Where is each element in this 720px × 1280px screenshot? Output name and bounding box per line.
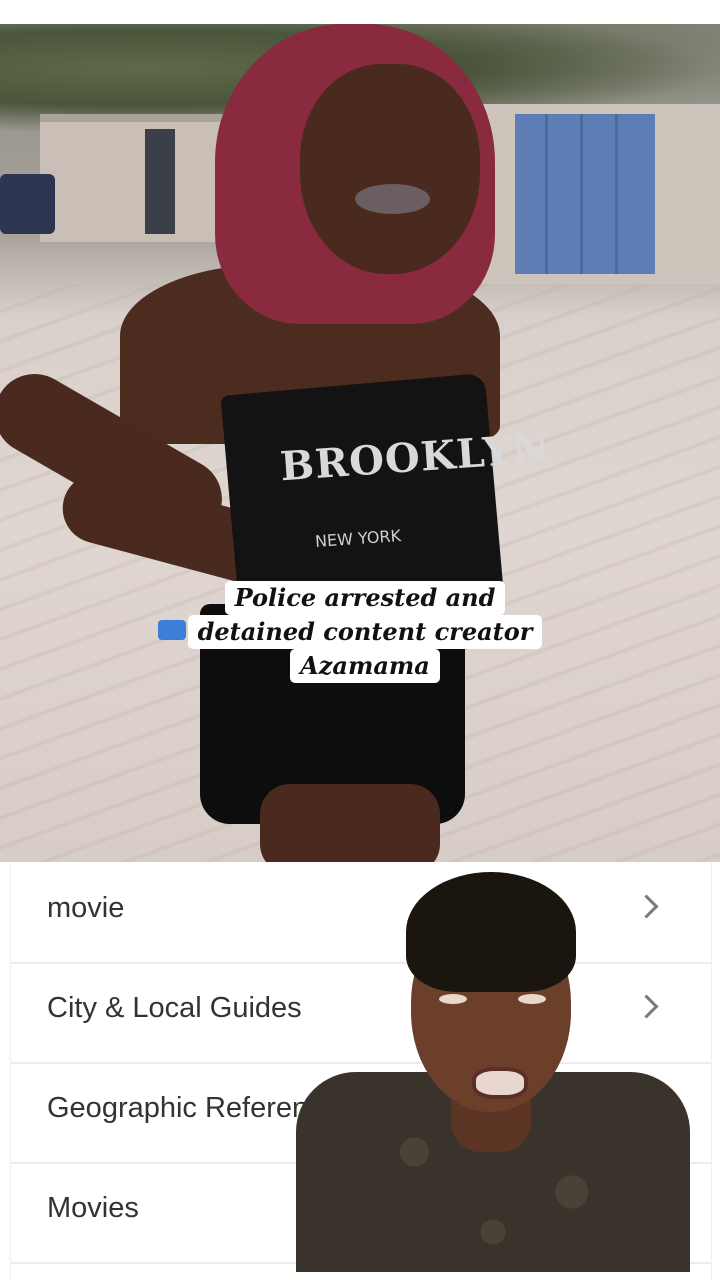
list-item-label: Movies: [47, 1192, 139, 1224]
lips: [355, 184, 430, 214]
list-item-label: movie: [47, 892, 125, 924]
video-caption: Police arrested and detained content cre…: [175, 581, 555, 683]
leg: [260, 784, 440, 862]
top-strip: [0, 0, 720, 24]
presenter-hair: [406, 872, 576, 992]
caption-line-3: Azamama: [290, 649, 440, 683]
face: [300, 64, 480, 274]
woman-figure: BROOKLYN NEW YORK: [0, 24, 720, 862]
mouth: [472, 1067, 528, 1099]
eye-right: [518, 994, 546, 1004]
caption-line-2: detained content creator: [187, 615, 543, 649]
eye-left: [439, 994, 467, 1004]
presenter-overlay: [296, 872, 690, 1272]
list-item-label: City & Local Guides: [47, 992, 302, 1024]
caption-line-1: Police arrested and: [224, 581, 506, 615]
video-frame[interactable]: BROOKLYN NEW YORK Police arrested and de…: [0, 24, 720, 862]
